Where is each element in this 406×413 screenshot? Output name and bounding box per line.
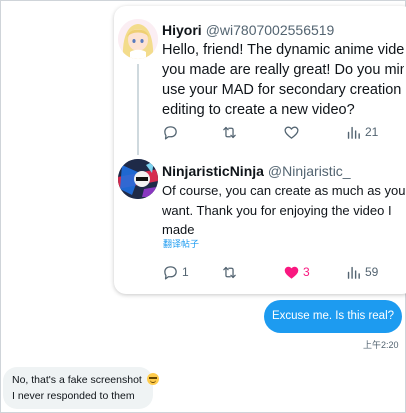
sent-message-bubble[interactable]: Excuse me. Is this real? — [264, 300, 402, 333]
tweet-1-views-button[interactable]: 21 — [345, 122, 378, 142]
tweet-2-text-line: Of course, you can create as much as you — [162, 183, 406, 198]
tweet-2-views-count: 59 — [365, 265, 379, 279]
tweet-2-text: Of course, you can create as much as you… — [162, 181, 406, 240]
tweet-2-action-bar: 1 3 59 — [162, 262, 392, 282]
tweet-1-text-line: use your MAD for secondary creation and — [162, 82, 404, 98]
sent-message-timestamp: 上午2:20 — [363, 340, 399, 350]
retweet-icon — [223, 266, 236, 278]
tweet-2-handle[interactable]: @Ninjaristic_ — [268, 163, 351, 179]
heart-icon — [284, 126, 299, 139]
tweet-2-text-line: want. Thank you for enjoying the video I — [162, 202, 392, 218]
received-message-line-wrap: No, that's a fake screenshot — [12, 372, 159, 388]
translate-post-link[interactable]: 翻译帖子 — [163, 237, 199, 250]
hiyori-avatar[interactable] — [118, 19, 158, 59]
tweet-1-views-count: 21 — [365, 125, 379, 139]
tweet-2-reply-button[interactable]: 1 — [162, 262, 189, 282]
tweet-1-handle[interactable]: @wi7807002556519 — [206, 22, 335, 38]
views-icon — [347, 266, 360, 279]
tweet-1-action-bar: 21 — [162, 122, 392, 142]
tweet-1-reply-button[interactable] — [162, 122, 182, 142]
tweet-2-like-button[interactable]: 3 — [283, 262, 310, 282]
tweet-1-text-line: you made are really great! Do you mind i… — [162, 62, 404, 78]
heart-icon — [284, 266, 299, 279]
tweet-1-display-name[interactable]: Hiyori — [162, 22, 202, 38]
tweet-2-retweet-button[interactable] — [221, 262, 241, 282]
tweet-1-text-line: Hello, friend! The dynamic anime video — [162, 42, 404, 58]
received-message-line: I never responded to them — [12, 390, 135, 402]
tweet-2-views-button[interactable]: 59 — [345, 262, 378, 282]
retweet-icon — [223, 126, 236, 138]
tweet-1-like-button[interactable] — [283, 122, 303, 142]
ninjaristicninja-avatar[interactable] — [118, 159, 158, 199]
tweet-1-header: Hiyori @wi7807002556519 — [162, 22, 334, 38]
reply-icon — [164, 265, 177, 280]
views-icon — [347, 126, 360, 139]
tweet-1-text: Hello, friend! The dynamic anime video y… — [162, 40, 404, 120]
received-message-line: No, that's a fake screenshot — [12, 374, 142, 386]
grimacing-emoji-icon — [146, 373, 159, 385]
thread-connector-line — [137, 64, 139, 155]
tweet-1-text-line: editing to create a new video? — [162, 102, 355, 118]
reply-icon — [164, 125, 177, 140]
tweet-2-like-count: 3 — [303, 265, 310, 279]
tweet-1-retweet-button[interactable] — [221, 122, 241, 142]
tweet-2-header: NinjaristicNinja @Ninjaristic_ — [162, 163, 351, 179]
tweet-2-display-name[interactable]: NinjaristicNinja — [162, 163, 264, 179]
received-message-bubble[interactable]: No, that's a fake screenshot I never res… — [3, 367, 159, 409]
tweet-2-reply-count: 1 — [182, 265, 189, 279]
